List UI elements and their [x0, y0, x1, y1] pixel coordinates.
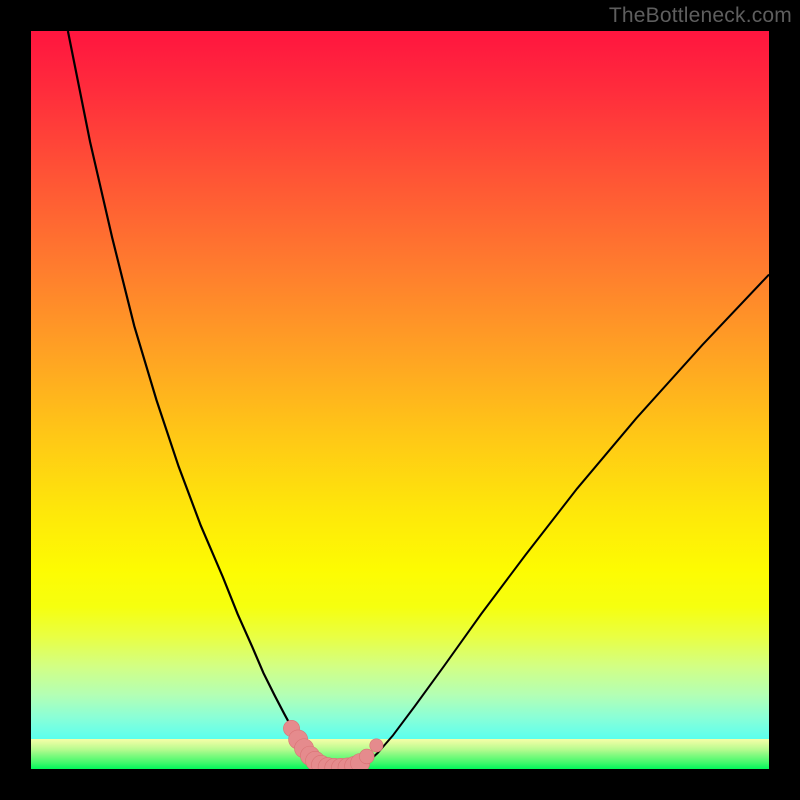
right-curve: [359, 275, 769, 769]
marker-group: [283, 720, 383, 769]
curve-layer: [31, 31, 769, 769]
plot-area: [31, 31, 769, 769]
left-curve: [68, 31, 321, 768]
data-marker: [359, 749, 374, 764]
watermark-text: TheBottleneck.com: [609, 4, 792, 28]
chart-frame: TheBottleneck.com: [0, 0, 800, 800]
data-marker: [370, 739, 383, 752]
